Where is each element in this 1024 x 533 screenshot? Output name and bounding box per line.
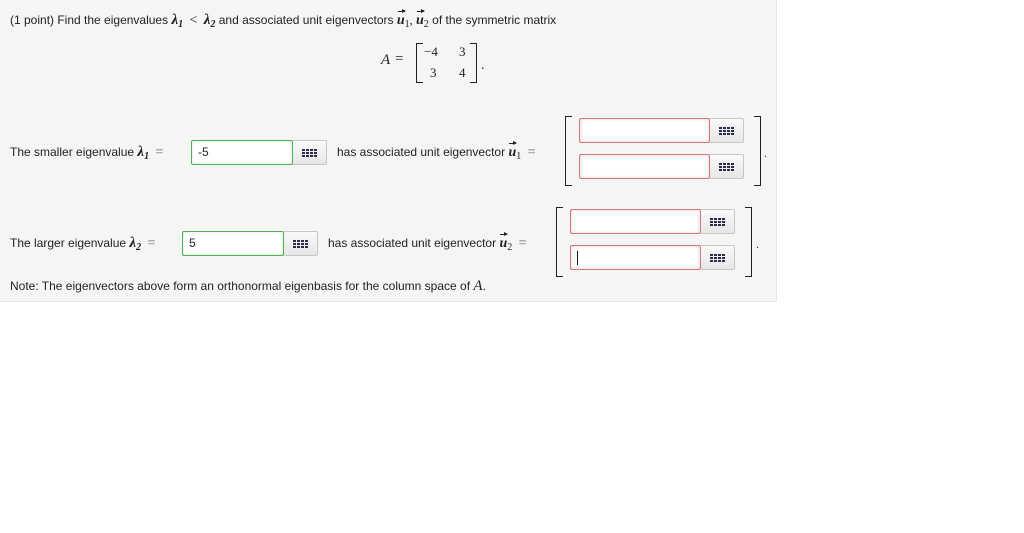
u1-component-1-palette-button[interactable]: [710, 118, 744, 143]
u1-vector-symbol: u: [396, 9, 406, 28]
u2-left-bracket: [556, 207, 563, 277]
smaller-eigenvalue-label: The smaller eigenvalue: [10, 145, 135, 159]
u2-vector-symbol: u: [416, 9, 425, 28]
matrix-right-bracket: [470, 43, 477, 83]
matrix-left-bracket: [416, 43, 423, 83]
matrix-a12: 3: [459, 44, 466, 59]
matrix-a21: 3: [430, 65, 437, 80]
u1-left-bracket: [565, 116, 572, 186]
lambda2-palette-button[interactable]: [284, 231, 318, 256]
equation-palette-grid-icon: [302, 148, 317, 157]
u1-component-1-input[interactable]: [579, 118, 710, 143]
lambda1-symbol: λ1: [171, 12, 184, 30]
equation-palette-grid-icon: [293, 239, 308, 248]
u2-component-2-palette-button[interactable]: [701, 245, 735, 270]
u1-right-bracket: [754, 116, 761, 186]
u1-component-2-input[interactable]: [579, 154, 710, 179]
lambda2-input[interactable]: 5: [182, 231, 284, 256]
u1-component-2-palette-button[interactable]: [710, 154, 744, 179]
u2-right-bracket: [745, 207, 752, 277]
matrix-name: A: [381, 52, 391, 68]
u2-label: has associated unit eigenvector: [328, 236, 497, 250]
lambda1-palette-button[interactable]: [293, 140, 327, 165]
note-text: Note: The eigenvectors above form an ort…: [10, 278, 486, 294]
equation-palette-grid-icon: [719, 126, 734, 135]
lambda1-input[interactable]: -5: [191, 140, 293, 165]
problem-statement: (1 point) Find the eigenvalues λ1 < λ2 a…: [10, 9, 557, 30]
matrix-a11: −4: [424, 44, 438, 59]
equation-palette-grid-icon: [710, 217, 725, 226]
lambda2-symbol: λ2: [203, 12, 216, 30]
u1-label: has associated unit eigenvector: [337, 145, 506, 159]
u2-component-1-input[interactable]: [570, 209, 701, 234]
equation-palette-grid-icon: [710, 253, 725, 262]
u2-component-1-palette-button[interactable]: [701, 209, 735, 234]
equation-palette-grid-icon: [719, 162, 734, 171]
matrix-a22: 4: [459, 65, 466, 80]
u2-component-2-input[interactable]: [570, 245, 701, 270]
problem-panel: (1 point) Find the eigenvalues λ1 < λ2 a…: [0, 0, 777, 302]
larger-eigenvalue-label: The larger eigenvalue: [10, 236, 127, 250]
